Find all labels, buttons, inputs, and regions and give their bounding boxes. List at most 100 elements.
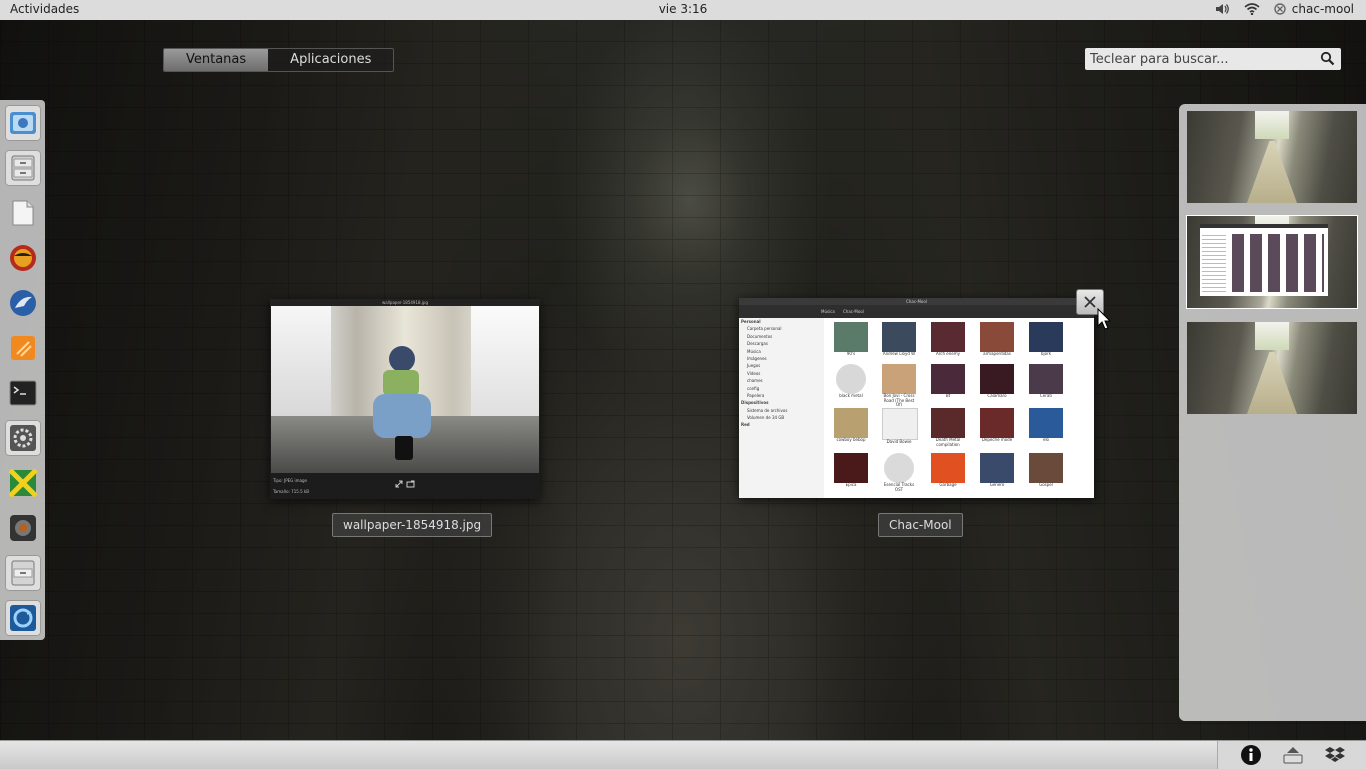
- album-label: elo: [1042, 437, 1050, 442]
- photo-person-top: [383, 370, 419, 396]
- image-info-size: Tamaño: 715.5 kB: [273, 489, 309, 494]
- dash-item-terminal[interactable]: [5, 375, 41, 411]
- sidebar-item[interactable]: Música: [739, 348, 824, 355]
- album-folder[interactable]: 90's: [834, 322, 868, 366]
- dash-item-updater[interactable]: [5, 600, 41, 636]
- archive-icon: [11, 560, 35, 586]
- sidebar-header-personal: Personal: [741, 319, 761, 324]
- eject-icon[interactable]: [1282, 744, 1304, 766]
- album-folder[interactable]: Calamaro: [980, 364, 1014, 408]
- album-label: Andrew Lloyd W: [882, 351, 916, 356]
- dash-item-code-editor[interactable]: [5, 330, 41, 366]
- album-folder[interactable]: black metal: [834, 364, 868, 408]
- dash-item-camera[interactable]: [5, 510, 41, 546]
- image-viewer-footer: Tipo: JPEG image Tamaño: 715.5 kB: [270, 473, 540, 499]
- sidebar-item[interactable]: Juegos: [739, 362, 824, 369]
- dash-item-file-cabinet[interactable]: [5, 150, 41, 186]
- album-folder[interactable]: Gospel: [1029, 453, 1063, 497]
- dash-item-mail[interactable]: [5, 285, 41, 321]
- music-player-icon: [9, 469, 37, 497]
- mail-icon: [10, 290, 36, 316]
- album-folder[interactable]: Bon Jovi - Cross Road (The Best Of): [882, 364, 916, 408]
- file-manager-toolbar: Música Chac-Mool: [739, 305, 1094, 318]
- album-folder[interactable]: elo: [1029, 408, 1063, 452]
- window-caption-file-manager[interactable]: Chac-Mool: [878, 513, 963, 537]
- sidebar-item[interactable]: Carpeta personal: [739, 325, 824, 332]
- sidebar-item[interactable]: Documentos: [739, 333, 824, 340]
- dash-item-chromium[interactable]: [5, 105, 41, 141]
- file-manager-sidebar: Personal Carpeta personal Documentos Des…: [739, 318, 824, 498]
- album-folder[interactable]: Andrew Lloyd W: [882, 322, 916, 366]
- sidebar-item[interactable]: Sistema de archivos: [739, 407, 824, 414]
- workspace-2[interactable]: [1187, 216, 1357, 308]
- album-folder[interactable]: David Bowie: [882, 408, 918, 452]
- album-folder[interactable]: armaperdidas: [980, 322, 1014, 366]
- dash-item-settings[interactable]: [5, 420, 41, 456]
- album-folder[interactable]: Arch enemy: [931, 322, 965, 366]
- sidebar-header-devices: Dispositivos: [741, 400, 769, 406]
- clock[interactable]: vie 3:16: [0, 2, 1366, 16]
- window-caption-image-viewer[interactable]: wallpaper-1854918.jpg: [332, 513, 493, 537]
- sidebar-item[interactable]: Imágenes: [739, 355, 824, 362]
- sidebar-item[interactable]: chames: [739, 377, 824, 384]
- album-label: Calamaro: [987, 393, 1007, 398]
- album-cover: [882, 408, 918, 440]
- sidebar-header-network: Red: [741, 422, 750, 428]
- album-label: 90's: [846, 351, 856, 356]
- search-icon[interactable]: [1320, 51, 1335, 70]
- album-folder[interactable]: Genero: [980, 453, 1014, 497]
- album-folder[interactable]: Death Metal compilation: [931, 408, 965, 452]
- album-label: Genero: [989, 482, 1005, 487]
- desktop-wallpaper: [0, 0, 1366, 768]
- overview-dim: [0, 0, 1366, 768]
- search-input[interactable]: [1085, 50, 1312, 68]
- album-folder[interactable]: Garbage: [931, 453, 965, 497]
- dash-item-text-editor[interactable]: [5, 195, 41, 231]
- tab-windows[interactable]: Ventanas: [164, 49, 269, 71]
- dash-item-media-player[interactable]: [5, 240, 41, 276]
- sidebar-item[interactable]: config: [739, 385, 824, 392]
- dash: [0, 100, 45, 640]
- image-viewer-photo: [271, 306, 539, 473]
- volume-icon[interactable]: [1214, 1, 1230, 17]
- dash-item-archive[interactable]: [5, 555, 41, 591]
- workspace-1[interactable]: [1187, 111, 1357, 203]
- album-cover: [882, 364, 916, 394]
- album-folder[interactable]: Esencial Tracks OST: [882, 453, 916, 497]
- sidebar-item[interactable]: Descargas: [739, 340, 824, 347]
- sidebar-item[interactable]: Volumen de 34 GB: [739, 414, 824, 421]
- camera-icon: [10, 515, 36, 541]
- album-folder[interactable]: Depeche mode: [980, 408, 1014, 452]
- wifi-icon[interactable]: [1244, 1, 1260, 17]
- user-name: chac-mool: [1291, 2, 1354, 16]
- chromium-icon: [10, 112, 36, 134]
- window-image-viewer[interactable]: wallpaper-1854918.jpg Tipo: JPEG image T…: [270, 299, 540, 499]
- top-bar: Actividades vie 3:16 chac-mool: [0, 0, 1366, 20]
- album-folder[interactable]: Cerati: [1029, 364, 1063, 408]
- album-cover: [1029, 322, 1063, 352]
- tab-applications[interactable]: Aplicaciones: [268, 49, 394, 71]
- dropbox-icon[interactable]: [1324, 744, 1346, 766]
- photo-person-head: [389, 346, 415, 372]
- window-file-manager[interactable]: Chac-Mool Música Chac-Mool Personal Carp…: [739, 298, 1094, 498]
- workspace-sky: [1255, 322, 1289, 350]
- workspace-window-sidebar: [1202, 232, 1226, 292]
- updater-icon: [10, 605, 36, 631]
- album-cover: [931, 322, 965, 352]
- album-cover: [980, 322, 1014, 352]
- album-folder[interactable]: bjork: [1029, 322, 1063, 366]
- workspace-3[interactable]: [1187, 322, 1357, 414]
- album-folder[interactable]: Bt: [931, 364, 965, 408]
- dash-item-music-player[interactable]: [5, 465, 41, 501]
- user-menu[interactable]: chac-mool: [1274, 2, 1354, 16]
- album-label: cowboy bebop: [836, 437, 866, 442]
- message-tray: [0, 740, 1366, 769]
- sidebar-item[interactable]: Vídeos: [739, 370, 824, 377]
- album-folder[interactable]: Epica: [834, 453, 868, 497]
- album-folder[interactable]: cowboy bebop: [834, 408, 868, 452]
- album-label: Depeche mode: [981, 437, 1013, 442]
- album-label: armaperdidas: [983, 351, 1011, 356]
- info-icon[interactable]: [1240, 744, 1262, 766]
- album-cover: [931, 453, 965, 483]
- sidebar-item[interactable]: Papelera: [739, 392, 824, 399]
